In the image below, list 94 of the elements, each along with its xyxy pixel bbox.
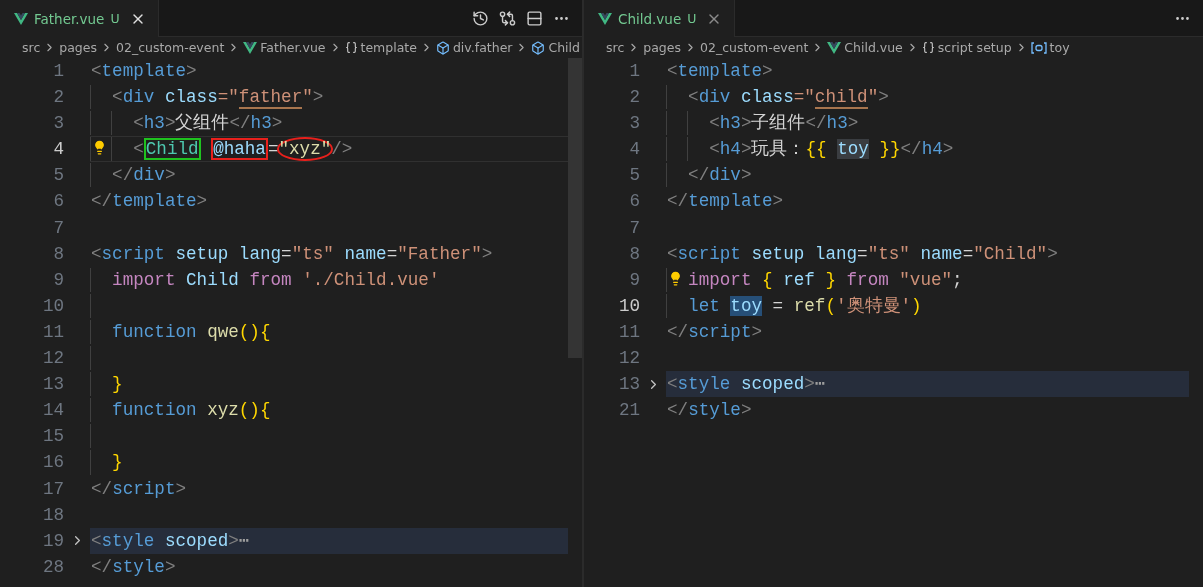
code-line: function qwe(){	[111, 320, 271, 344]
code-line: <script setup lang="ts" name="Father">	[90, 242, 493, 266]
code-line: function xyz(){	[111, 399, 271, 423]
line-number: 21	[617, 399, 640, 423]
cube-icon	[531, 40, 546, 55]
braces-icon	[344, 41, 358, 54]
code-line: </div>	[111, 164, 176, 188]
line-number: 4	[628, 138, 640, 162]
line-number: 17	[41, 477, 64, 501]
breadcrumb-item[interactable]: Father.vue	[260, 40, 326, 55]
line-number: 1	[628, 60, 640, 83]
code-line: <h3>父组件</h3>	[132, 112, 283, 136]
code-line: import { ref } from "vue";	[687, 268, 963, 292]
code-line: <style scoped>⋯	[666, 373, 826, 397]
line-number: 18	[41, 503, 64, 527]
breadcrumb-item[interactable]: div.father	[452, 40, 513, 55]
variable-icon	[1030, 41, 1047, 54]
code-line: <h3>子组件</h3>	[708, 112, 859, 136]
line-number: 3	[628, 112, 640, 136]
line-number: 13	[41, 373, 64, 397]
git-status-label: U	[110, 11, 120, 26]
history-icon[interactable]	[472, 9, 489, 27]
code-line: </script>	[90, 477, 187, 501]
line-number: 28	[41, 555, 64, 579]
line-number: 10	[617, 294, 640, 318]
tab-label: Child.vue	[618, 10, 682, 27]
code-line: <Child @haha="xyz"/>	[132, 137, 353, 162]
line-number: 9	[628, 268, 640, 292]
lightbulb-icon[interactable]	[92, 140, 107, 156]
vue-logo-icon	[14, 12, 28, 25]
line-number: 14	[41, 399, 64, 423]
tab-label: Father.vue	[34, 10, 105, 27]
line-number: 12	[617, 347, 640, 371]
code-line: </style>	[90, 555, 176, 579]
code-line: import Child from './Child.vue'	[111, 268, 440, 292]
code-line: }	[111, 451, 123, 475]
line-number: 11	[617, 320, 640, 344]
editor-tab[interactable]: Child.vue U	[584, 0, 736, 37]
breadcrumb-item[interactable]: pages	[59, 40, 97, 55]
line-number: 6	[52, 190, 64, 214]
breadcrumb-item[interactable]: script setup	[937, 40, 1012, 55]
vue-logo-icon	[827, 41, 842, 54]
line-number: 1	[52, 60, 64, 83]
line-number: 8	[52, 242, 64, 266]
line-number: 10	[41, 294, 64, 318]
code-line: let toy = ref('奥特曼')	[687, 294, 922, 318]
line-number: 2	[628, 86, 640, 110]
breadcrumb-item[interactable]: src	[22, 40, 41, 55]
compare-changes-icon[interactable]	[499, 9, 516, 27]
breadcrumb-item[interactable]: toy	[1049, 40, 1070, 55]
line-number: 5	[52, 164, 64, 188]
code-line: </div>	[687, 164, 752, 188]
breadcrumb-item[interactable]: 02_custom-event	[700, 40, 809, 55]
code-line: <div class="child">	[687, 86, 889, 110]
git-status-label: U	[687, 11, 697, 26]
breadcrumb-item[interactable]: pages	[643, 40, 681, 55]
code-line: </template>	[90, 190, 208, 214]
line-number: 11	[41, 320, 64, 344]
code-line: }	[111, 373, 123, 397]
line-number: 7	[52, 216, 64, 240]
line-number: 4	[52, 138, 64, 162]
code-line: <template>	[90, 60, 197, 83]
line-number: 8	[628, 242, 640, 266]
split-editor-icon[interactable]	[526, 9, 543, 27]
braces-icon	[921, 41, 935, 54]
breadcrumb-item[interactable]: Child.vue	[844, 40, 903, 55]
line-number: 13	[617, 373, 640, 397]
code-line: <h4>玩具：{{ toy }}</h4>	[708, 138, 954, 162]
vue-logo-icon	[243, 41, 258, 54]
line-number: 16	[41, 451, 64, 475]
line-number: 9	[52, 268, 64, 292]
line-number: 6	[628, 190, 640, 214]
line-number: 3	[52, 112, 64, 136]
code-line: <script setup lang="ts" name="Child">	[666, 242, 1058, 266]
line-number: 7	[628, 216, 640, 240]
code-line: </template>	[666, 190, 784, 214]
code-line: <template>	[666, 60, 773, 83]
breadcrumb-item[interactable]: 02_custom-event	[116, 40, 225, 55]
line-number: 2	[52, 86, 64, 110]
line-number: 5	[628, 164, 640, 188]
code-line: <style scoped>⋯	[90, 529, 250, 553]
editor-tab[interactable]: Father.vue U	[0, 0, 159, 37]
code-line: </script>	[666, 320, 763, 344]
line-number: 15	[41, 425, 64, 449]
breadcrumb-item[interactable]: template	[360, 40, 417, 55]
vue-logo-icon	[598, 12, 612, 25]
line-number: 12	[41, 347, 64, 371]
lightbulb-icon[interactable]	[668, 270, 683, 286]
cube-icon	[435, 40, 450, 55]
breadcrumb-item[interactable]: src	[606, 40, 625, 55]
breadcrumb-item[interactable]: Child	[548, 40, 580, 55]
code-line: </style>	[666, 399, 752, 423]
code-line: <div class="father">	[111, 86, 324, 110]
line-number: 19	[41, 529, 64, 553]
